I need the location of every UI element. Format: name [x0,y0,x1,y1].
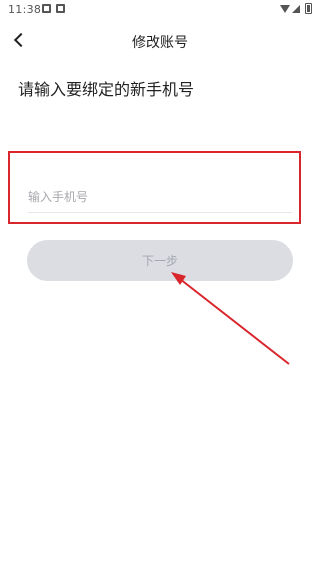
page-title: 修改账号 [132,35,188,51]
app-notification-icon [56,4,65,13]
instruction-heading: 请输入要绑定的新手机号 [18,80,195,99]
status-bar: 11:38 [0,0,320,22]
phone-number-input[interactable] [28,184,292,210]
wifi-icon [280,5,290,13]
battery-icon [305,3,312,14]
nav-bar: 修改账号 [0,22,320,58]
input-underline [28,212,292,213]
next-step-button[interactable]: 下一步 [27,240,293,281]
signal-icon [292,5,300,13]
gallery-notification-icon [42,4,51,13]
status-time: 11:38 [8,3,42,16]
